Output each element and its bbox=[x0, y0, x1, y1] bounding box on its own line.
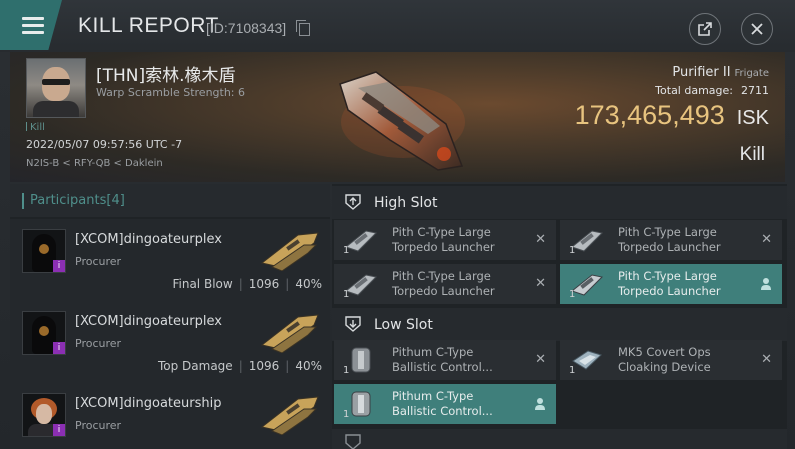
info-badge[interactable]: i bbox=[53, 342, 65, 354]
kill-date: 2022/05/07 09:57:56 UTC -7 bbox=[26, 138, 183, 151]
victim-name[interactable]: [THN]索林.橡木盾 bbox=[96, 61, 236, 86]
close-button[interactable] bbox=[741, 13, 773, 45]
victim-portrait[interactable] bbox=[26, 58, 86, 118]
kill-tag: Kill bbox=[26, 122, 45, 133]
module-item[interactable]: 1 MK5 Covert Ops Cloaking Device ✕ bbox=[560, 340, 782, 380]
high-slot-header[interactable]: High Slot bbox=[332, 186, 787, 219]
module-item[interactable]: 1 Pith C-Type Large Torpedo Launcher ✕ bbox=[334, 264, 556, 304]
victim-ship-image[interactable] bbox=[328, 62, 478, 177]
participant-ship-image bbox=[260, 396, 319, 435]
module-name: Pithum C-Type Ballistic Control... bbox=[392, 389, 493, 418]
module-name: Pith C-Type Large Torpedo Launcher bbox=[618, 269, 721, 298]
participants-count: [4] bbox=[106, 193, 125, 208]
destroyed-icon: ✕ bbox=[535, 352, 546, 367]
module-item[interactable]: 1 Pith C-Type Large Torpedo Launcher ✕ bbox=[560, 220, 782, 260]
module-name: Pith C-Type Large Torpedo Launcher bbox=[392, 269, 495, 298]
destroyed-icon: ✕ bbox=[535, 232, 546, 247]
participant-portrait[interactable]: i bbox=[22, 311, 66, 355]
module-item[interactable]: 1 Pith C-Type Large Torpedo Launcher bbox=[560, 264, 782, 304]
menu-button[interactable] bbox=[0, 0, 62, 50]
share-button[interactable] bbox=[689, 13, 721, 45]
participant-name: [XCOM]dingoateurplex bbox=[75, 232, 222, 247]
low-slot-icon bbox=[345, 316, 361, 332]
participant-portrait[interactable]: i bbox=[22, 229, 66, 273]
participant-portrait[interactable]: i bbox=[22, 393, 66, 437]
module-item[interactable]: 1 Pithum C-Type Ballistic Control... ✕ bbox=[334, 340, 556, 380]
next-slot-header[interactable] bbox=[332, 429, 787, 449]
isk-value: 173,465,493 ISK bbox=[574, 100, 769, 130]
share-icon bbox=[698, 22, 712, 36]
module-name: Pith C-Type Large Torpedo Launcher bbox=[618, 225, 721, 254]
dropped-pilot-icon bbox=[761, 278, 771, 290]
menu-icon bbox=[22, 17, 44, 20]
module-item[interactable]: 1 Pith C-Type Large Torpedo Launcher ✕ bbox=[334, 220, 556, 260]
fitting-panel: High Slot 1 Pith C-Type Large Torpedo Lau… bbox=[332, 184, 787, 449]
participant-row[interactable]: i [XCOM]dingoateurship Procurer bbox=[10, 383, 330, 449]
module-name: Pith C-Type Large Torpedo Launcher bbox=[392, 225, 495, 254]
participants-panel: Participants[4] i [XCOM]dingoateurplex P… bbox=[10, 184, 330, 449]
participant-row[interactable]: i [XCOM]dingoateurplex Procurer Final Bl… bbox=[10, 219, 330, 302]
participant-ship-image bbox=[260, 232, 319, 271]
close-icon bbox=[751, 23, 763, 35]
page-title: KILL REPORT bbox=[78, 14, 219, 37]
participant-name: [XCOM]dingoateurplex bbox=[75, 314, 222, 329]
destroyed-icon: ✕ bbox=[535, 276, 546, 291]
participant-stats: Top Damage | 1096 | 40% bbox=[157, 359, 322, 373]
participant-ship: Procurer bbox=[75, 255, 122, 268]
high-slot-title: High Slot bbox=[374, 195, 438, 211]
kill-id: [ID:7108343] bbox=[206, 20, 287, 36]
info-badge[interactable]: i bbox=[53, 424, 65, 436]
participant-name: [XCOM]dingoateurship bbox=[75, 396, 222, 411]
victim-summary: [THN]索林.橡木盾 Warp Scramble Strength: 6 Ki… bbox=[10, 52, 785, 182]
participant-ship: Procurer bbox=[75, 337, 122, 350]
mid-slot-icon bbox=[345, 434, 361, 449]
info-badge[interactable]: i bbox=[53, 260, 65, 272]
copy-icon[interactable] bbox=[296, 20, 310, 36]
module-name: MK5 Covert Ops Cloaking Device bbox=[618, 345, 711, 374]
kill-report-window: KILL REPORT [ID:7108343] [THN]索林.橡木盾 War… bbox=[0, 0, 795, 449]
low-slot-header[interactable]: Low Slot bbox=[332, 308, 787, 341]
module-item[interactable]: 1 Pithum C-Type Ballistic Control... bbox=[334, 384, 556, 424]
low-slot-title: Low Slot bbox=[374, 317, 433, 333]
dropped-pilot-icon bbox=[535, 398, 545, 410]
destroyed-icon: ✕ bbox=[761, 232, 772, 247]
high-slot-icon bbox=[345, 194, 361, 210]
participant-ship: Procurer bbox=[75, 419, 122, 432]
destroyed-icon: ✕ bbox=[761, 352, 772, 367]
participant-row[interactable]: i [XCOM]dingoateurplex Procurer Top Dama… bbox=[10, 301, 330, 384]
warp-scramble-strength: Warp Scramble Strength: 6 bbox=[96, 86, 246, 99]
participant-ship-image bbox=[260, 314, 319, 353]
participants-title: Participants bbox=[30, 193, 107, 208]
victim-ship-name[interactable]: Purifier II Frigate bbox=[672, 65, 769, 80]
participants-header[interactable]: Participants[4] bbox=[10, 184, 330, 217]
total-damage: Total damage: 2711 bbox=[655, 84, 769, 97]
header-bar: KILL REPORT [ID:7108343] bbox=[0, 0, 795, 52]
kill-result-label: Kill bbox=[739, 144, 765, 165]
kill-location[interactable]: N2IS-B < RFY-QB < Daklein bbox=[26, 158, 163, 169]
module-name: Pithum C-Type Ballistic Control... bbox=[392, 345, 493, 374]
participant-stats: Final Blow | 1096 | 40% bbox=[172, 277, 322, 291]
